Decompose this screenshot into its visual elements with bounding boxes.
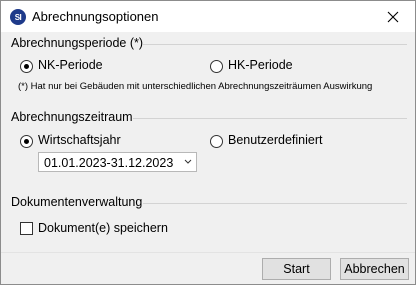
radio-wirtschaftsjahr-label[interactable]: Wirtschaftsjahr [38,133,121,147]
radio-nk-periode[interactable] [20,60,33,73]
dialog-window: SI Abrechnungsoptionen Abrechnungsperiod… [0,0,416,285]
radio-hk-periode-label[interactable]: HK-Periode [228,58,293,72]
footer-divider [1,252,415,253]
start-button[interactable]: Start [262,258,331,280]
radio-hk-periode[interactable] [210,60,223,73]
radio-benutzerdefiniert-label[interactable]: Benutzerdefiniert [228,133,323,147]
documents-section-label: Dokumentenverwaltung [11,195,143,209]
dialog-title: Abrechnungsoptionen [32,9,159,24]
app-logo-icon: SI [10,9,26,25]
close-icon [387,11,399,22]
cancel-button[interactable]: Abbrechen [340,258,409,280]
save-documents-checkbox[interactable] [20,222,33,235]
documents-divider [143,203,407,204]
period-section-label: Abrechnungsperiode (*) [11,36,144,50]
period-divider [143,44,407,45]
save-documents-label[interactable]: Dokument(e) speichern [38,221,168,235]
radio-wirtschaftsjahr[interactable] [20,135,33,148]
title-bar: SI Abrechnungsoptionen [1,1,415,32]
close-button[interactable] [371,1,415,32]
radio-benutzerdefiniert[interactable] [210,135,223,148]
period-note: (*) Hat nur bei Gebäuden mit unterschied… [18,81,373,92]
year-range-select[interactable]: 01.01.2023-31.12.2023 [38,152,197,172]
timeframe-section-label: Abrechnungszeitraum [11,110,133,124]
radio-nk-periode-label[interactable]: NK-Periode [38,58,103,72]
chevron-down-icon [184,159,192,164]
timeframe-divider [133,118,407,119]
year-range-value: 01.01.2023-31.12.2023 [44,156,174,170]
